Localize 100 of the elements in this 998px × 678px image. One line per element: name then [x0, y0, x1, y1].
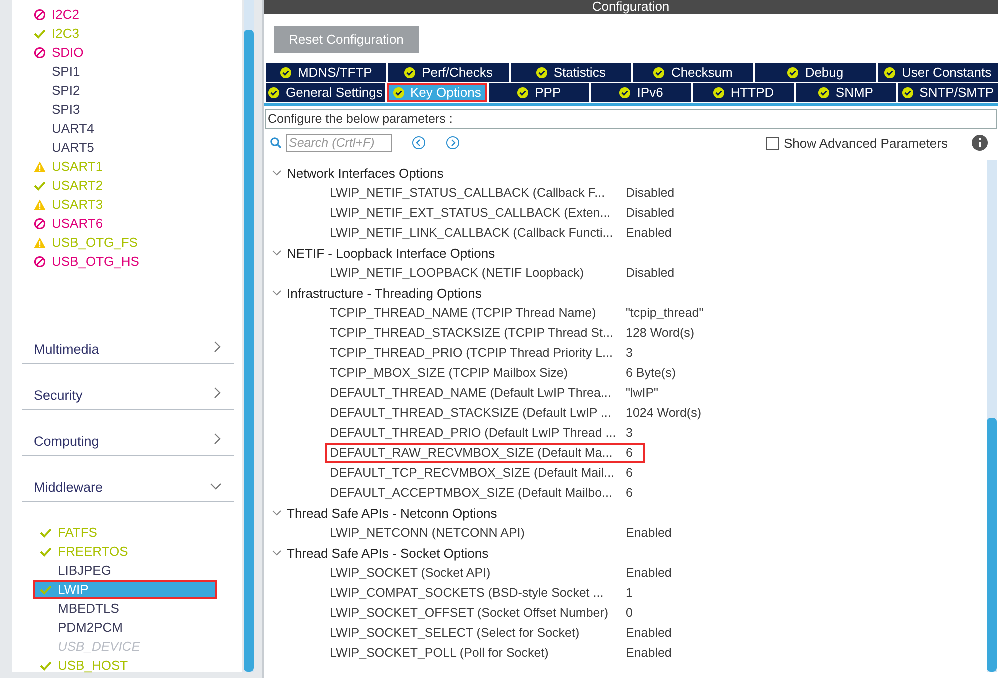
parameter-name[interactable]: DEFAULT_THREAD_STACKSIZE (Default LwIP ...: [330, 406, 626, 420]
parameter-value[interactable]: Disabled: [626, 206, 675, 220]
group-header[interactable]: Infrastructure - Threading Options: [264, 283, 987, 303]
check-icon: [40, 660, 52, 672]
tab[interactable]: HTTPD: [693, 83, 794, 102]
parameter-name[interactable]: DEFAULT_ACCEPTMBOX_SIZE (Default Mailbo...: [330, 486, 626, 500]
peripheral-item[interactable]: I2C2: [52, 7, 80, 22]
parameter-name[interactable]: LWIP_NETIF_LOOPBACK (NETIF Loopback): [330, 266, 626, 280]
parameter-value[interactable]: Enabled: [626, 226, 672, 240]
parameter-name[interactable]: LWIP_SOCKET_OFFSET (Socket Offset Number): [330, 606, 626, 620]
prohibited-icon: [34, 256, 46, 268]
check-circle-icon: [787, 66, 800, 78]
tab[interactable]: MDNS/TFTP: [266, 63, 386, 82]
parameter-name[interactable]: LWIP_NETIF_LINK_CALLBACK (Callback Functi...: [330, 226, 626, 240]
peripheral-item[interactable]: SDIO: [52, 45, 84, 60]
parameter-value[interactable]: 128 Word(s): [626, 326, 695, 340]
parameter-name[interactable]: TCPIP_MBOX_SIZE (TCPIP Mailbox Size): [330, 366, 626, 380]
category-header[interactable]: Security: [22, 365, 234, 410]
parameter-name[interactable]: DEFAULT_THREAD_NAME (Default LwIP Threa...: [330, 386, 626, 400]
group-header[interactable]: Thread Safe APIs - Netconn Options: [264, 503, 987, 523]
tab[interactable]: General Settings: [266, 83, 385, 102]
tab[interactable]: Checksum: [632, 63, 754, 82]
search-icon: [270, 137, 282, 149]
parameter-value[interactable]: 6 Byte(s): [626, 366, 676, 380]
parameter-value[interactable]: 3: [626, 426, 633, 440]
parameter-value[interactable]: 1: [626, 586, 633, 600]
parameter-name[interactable]: LWIP_COMPAT_SOCKETS (BSD-style Socket ...: [330, 586, 626, 600]
parameter-value[interactable]: Enabled: [626, 566, 672, 580]
parameter-name[interactable]: LWIP_SOCKET_SELECT (Select for Socket): [330, 626, 626, 640]
parameter-name[interactable]: LWIP_SOCKET_POLL (Poll for Socket): [330, 646, 626, 660]
parameter-value[interactable]: 1024 Word(s): [626, 406, 702, 420]
parameter-value[interactable]: 6: [626, 466, 633, 480]
group-header[interactable]: Thread Safe APIs - Socket Options: [264, 543, 987, 563]
check-circle-icon: [280, 66, 292, 78]
warning-icon: [34, 160, 46, 172]
check-circle-icon: [902, 86, 914, 98]
chevron-down-icon: [272, 250, 282, 256]
category-header[interactable]: Computing: [22, 411, 234, 456]
check-icon: [40, 546, 52, 558]
parameter-name[interactable]: LWIP_NETCONN (NETCONN API): [330, 526, 626, 540]
check-circle-icon: [712, 86, 725, 98]
parameter-name[interactable]: LWIP_NETIF_STATUS_CALLBACK (Callback F...: [330, 186, 626, 200]
tab[interactable]: SNMP: [796, 83, 896, 102]
peripheral-item[interactable]: USB_OTG_HS: [52, 254, 140, 269]
parameter-value[interactable]: "tcpip_thread": [626, 306, 704, 320]
tab[interactable]: Perf/Checks: [388, 63, 509, 82]
category-header[interactable]: Middleware: [22, 457, 234, 502]
parameter-name[interactable]: DEFAULT_TCP_RECVMBOX_SIZE (Default Mail...: [330, 466, 626, 480]
parameter-name[interactable]: DEFAULT_THREAD_PRIO (Default LwIP Thread ...: [330, 426, 626, 440]
chevron-down-icon: [272, 550, 282, 556]
scrollbar-thumb[interactable]: [987, 418, 997, 672]
tab[interactable]: Statistics: [510, 63, 631, 82]
middleware-item[interactable]: LIBJPEG: [33, 561, 217, 580]
peripheral-item[interactable]: SPI2: [52, 83, 80, 98]
check-icon: [40, 526, 52, 538]
parameter-value[interactable]: Enabled: [626, 526, 672, 540]
check-circle-icon: [884, 66, 896, 78]
search-field[interactable]: Search (Crtl+F): [286, 134, 392, 152]
scrollbar-thumb[interactable]: [244, 30, 254, 672]
previous-icon[interactable]: [412, 136, 426, 150]
chevron-down-icon: [210, 483, 222, 491]
tab[interactable]: User Constants: [878, 63, 998, 82]
middleware-item[interactable]: PDM2PCM: [33, 618, 217, 637]
parameter-value[interactable]: Disabled: [626, 186, 675, 200]
prohibited-icon: [34, 8, 46, 20]
parameter-name[interactable]: TCPIP_THREAD_STACKSIZE (TCPIP Thread St...: [330, 326, 626, 340]
peripheral-item[interactable]: UART4: [52, 121, 94, 136]
parameter-value[interactable]: Enabled: [626, 646, 672, 660]
check-icon: [40, 584, 52, 596]
parameter-value[interactable]: Enabled: [626, 626, 672, 640]
parameter-name[interactable]: LWIP_NETIF_EXT_STATUS_CALLBACK (Exten...: [330, 206, 626, 220]
advanced-checkbox[interactable]: Show Advanced Parameters: [766, 136, 948, 150]
tab[interactable]: IPv6: [591, 83, 692, 102]
chevron-right-icon: [214, 341, 222, 353]
middleware-item[interactable]: MBEDTLS: [33, 599, 217, 618]
peripheral-item[interactable]: SPI1: [52, 64, 80, 79]
peripheral-item[interactable]: UART5: [52, 140, 94, 155]
check-icon: [34, 180, 46, 192]
parameter-name[interactable]: DEFAULT_RAW_RECVMBOX_SIZE (Default Ma...: [330, 446, 626, 460]
group-header[interactable]: NETIF - Loopback Interface Options: [264, 243, 987, 263]
info-icon[interactable]: [972, 135, 988, 151]
tab[interactable]: SNTP/SMTP: [898, 83, 998, 102]
parameter-value[interactable]: 6: [626, 486, 633, 500]
tab[interactable]: PPP: [489, 83, 590, 102]
chevron-right-icon: [214, 387, 222, 399]
next-icon[interactable]: [446, 136, 460, 150]
parameter-value[interactable]: 0: [626, 606, 633, 620]
parameter-value[interactable]: Disabled: [626, 266, 675, 280]
parameter-name[interactable]: LWIP_SOCKET (Socket API): [330, 566, 626, 580]
parameter-value[interactable]: "lwIP": [626, 386, 658, 400]
parameter-name[interactable]: TCPIP_THREAD_PRIO (TCPIP Thread Priority L...: [330, 346, 626, 360]
parameter-value[interactable]: 6: [626, 446, 633, 460]
category-header[interactable]: Multimedia: [22, 319, 234, 364]
parameter-name[interactable]: TCPIP_THREAD_NAME (TCPIP Thread Name): [330, 306, 626, 320]
tab[interactable]: Debug: [755, 63, 876, 82]
peripheral-item[interactable]: USART6: [52, 216, 104, 231]
peripheral-item[interactable]: SPI3: [52, 102, 80, 117]
group-header[interactable]: Network Interfaces Options: [264, 163, 987, 183]
parameter-value[interactable]: 3: [626, 346, 633, 360]
check-circle-icon: [818, 86, 830, 98]
